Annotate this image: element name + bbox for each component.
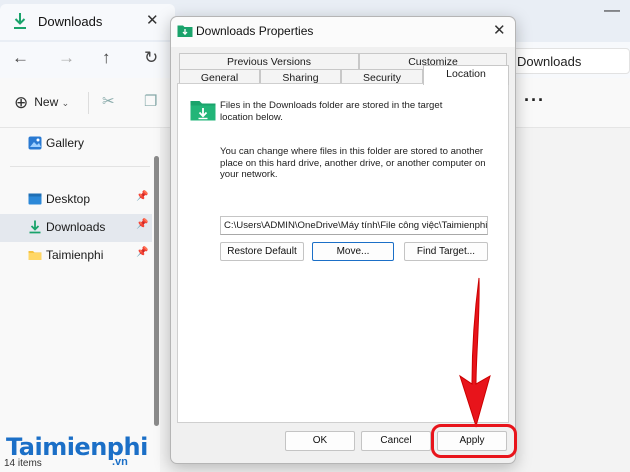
chevron-down-icon: ⌄ [61,98,70,108]
copy-icon[interactable]: ❐ [144,92,157,110]
address-bar[interactable]: Downloads [508,48,630,74]
info-text: Files in the Downloads folder are stored… [220,100,443,123]
find-target-button[interactable]: Find Target... [404,242,488,261]
folder-download-icon [177,25,193,37]
sidebar-item-label: Gallery [46,136,85,150]
folder-icon [28,251,42,260]
forward-arrow-icon[interactable]: → [58,48,75,68]
gallery-icon [28,136,42,150]
sidebar-item-label: Desktop [46,192,91,206]
pin-icon[interactable]: 📌 [136,191,148,202]
sidebar-item-downloads[interactable]: Downloads 📌 [0,214,152,242]
sidebar-item-taimienphi[interactable]: Taimienphi 📌 [0,242,152,270]
sidebar-item-desktop[interactable]: Desktop 📌 [0,186,152,214]
tab-location[interactable]: Location [423,65,509,85]
sidebar-item-label: Downloads [46,220,106,234]
dialog-title: Downloads Properties [196,24,314,38]
tab-label: Previous Versions [226,56,312,68]
move-button[interactable]: Move... [312,242,394,261]
scrollbar[interactable] [154,156,159,426]
restore-default-button[interactable]: Restore Default [220,242,304,261]
sidebar-item-gallery[interactable]: Gallery [0,130,152,158]
folder-download-icon [190,101,216,121]
desktop-icon [28,193,42,205]
cancel-button[interactable]: Cancel [361,431,431,451]
tab-label: Downloads [38,14,103,29]
new-button[interactable]: ⊕ New ⌄ [14,93,69,113]
up-arrow-icon[interactable]: ↑ [102,48,111,68]
sidebar-item-label: Taimienphi [46,248,104,262]
watermark-suffix: .vn [112,456,128,468]
divider [10,166,150,167]
more-options-icon[interactable]: ··· [524,90,545,111]
tab-label: Location [446,68,486,80]
download-icon [29,220,41,234]
tab-downloads[interactable]: Downloads ✕ [0,4,175,40]
target-path-field[interactable]: C:\Users\ADMIN\OneDrive\Máy tính\File cô… [220,216,488,235]
address-text: Downloads [517,54,582,69]
refresh-icon[interactable]: ↻ [144,48,158,68]
minimize-icon[interactable]: — [604,2,620,20]
divider [88,92,89,114]
red-arrow-annotation [459,277,491,428]
ok-button[interactable]: OK [285,431,355,451]
status-item-count: 14 items [4,458,42,469]
cut-icon[interactable]: ✂ [102,92,115,110]
close-tab-icon[interactable]: ✕ [146,11,159,29]
dialog-title-bar: Downloads Properties ✕ [171,17,515,47]
highlight-ring [431,424,517,458]
back-arrow-icon[interactable]: ← [12,48,29,68]
close-icon[interactable]: ✕ [493,21,506,39]
change-location-text: You can change where files in this folde… [220,146,486,180]
pin-icon[interactable]: 📌 [136,247,148,258]
sidebar: Gallery Desktop 📌 Downloads 📌 Taimienphi… [0,128,160,472]
plus-icon: ⊕ [14,93,29,112]
download-icon [14,13,26,29]
new-label: New [34,95,59,109]
pin-icon[interactable]: 📌 [136,219,148,230]
